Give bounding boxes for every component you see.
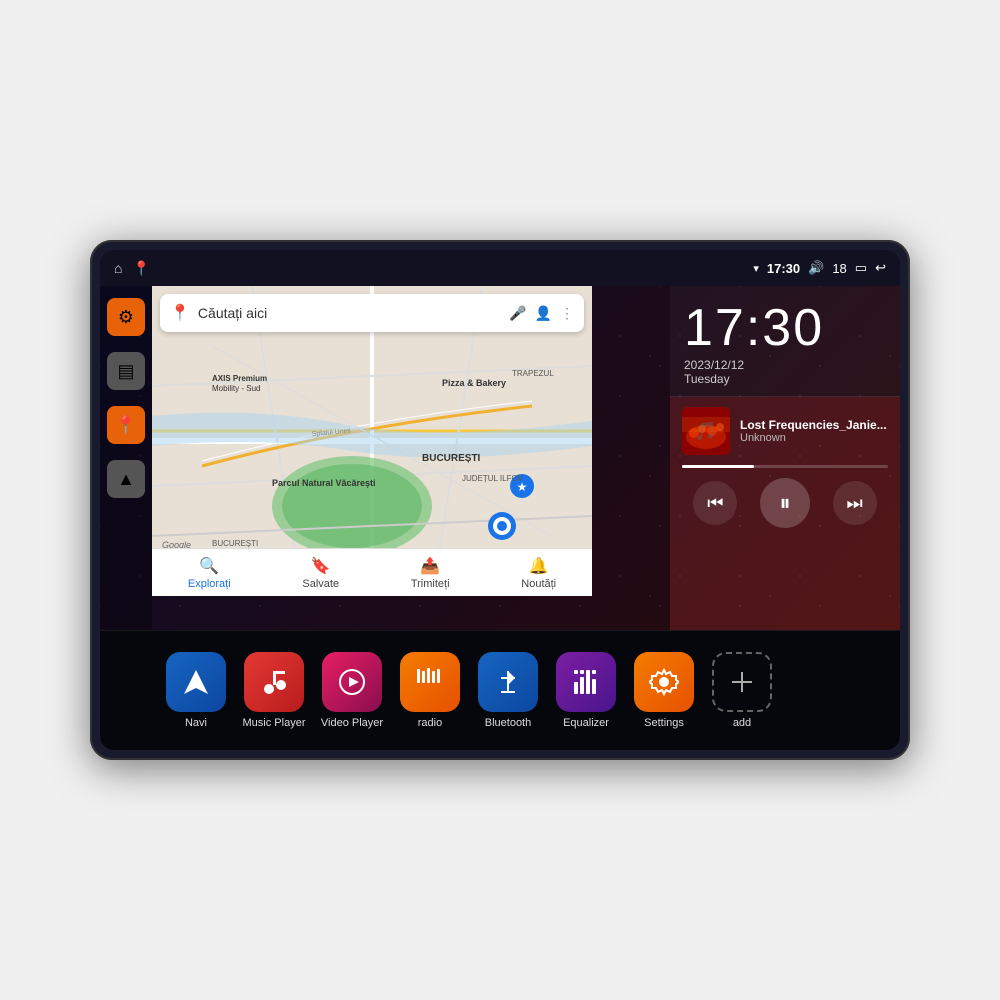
app-navi[interactable]: Navi xyxy=(160,652,232,729)
status-left-icons: ⌂ 📍 xyxy=(114,260,150,277)
saved-icon: 🔖 xyxy=(311,556,331,576)
svg-text:JUDEȚUL ILFOV: JUDEȚUL ILFOV xyxy=(462,474,524,483)
car-head-unit: ⌂ 📍 ▾ 17:30 🔊 18 ▭ ↩ ⚙ ▤ 📍 ▲ xyxy=(90,240,910,760)
sidebar-settings[interactable]: ⚙ xyxy=(107,298,145,336)
video-player-icon xyxy=(322,652,382,712)
equalizer-label: Equalizer xyxy=(563,717,609,729)
app-music-player[interactable]: Music Player xyxy=(238,652,310,729)
pause-button[interactable]: ⏸ xyxy=(760,478,810,528)
radio-label: radio xyxy=(418,717,442,729)
add-label: add xyxy=(733,717,751,729)
sidebar-nav[interactable]: ▲ xyxy=(107,460,145,498)
clock-time: 17:30 xyxy=(684,302,886,354)
back-icon[interactable]: ↩ xyxy=(875,260,886,276)
main-area: ⚙ ▤ 📍 ▲ xyxy=(100,286,900,630)
bluetooth-label: Bluetooth xyxy=(485,717,531,729)
music-info: 🎵 Lost Frequencies_Janie... Unknown xyxy=(682,407,888,455)
clock-widget: 17:30 2023/12/12 Tuesday xyxy=(670,286,900,397)
map-saved[interactable]: 🔖 Salvate xyxy=(302,556,339,590)
map-bottom-bar: 🔍 Explorați 🔖 Salvate 📤 Trimiteți � xyxy=(152,548,592,596)
svg-text:Mobility - Sud: Mobility - Sud xyxy=(212,384,260,393)
svg-text:Pizza & Bakery: Pizza & Bakery xyxy=(442,378,506,388)
battery-level: 18 xyxy=(832,261,846,276)
clock-date: 2023/12/12 Tuesday xyxy=(684,358,886,386)
svg-text:Parcul Natural Văcărești: Parcul Natural Văcărești xyxy=(272,478,376,488)
music-player-icon xyxy=(244,652,304,712)
prev-button[interactable]: ⏮ xyxy=(693,481,737,525)
bluetooth-icon xyxy=(478,652,538,712)
maps-icon[interactable]: 📍 xyxy=(132,260,149,277)
news-label: Noutăți xyxy=(521,578,556,590)
map-container: ★ AXIS Premium Mobility - Sud Pizza & Ba… xyxy=(152,286,670,630)
sidebar-files[interactable]: ▤ xyxy=(107,352,145,390)
map-news[interactable]: 🔔 Noutăți xyxy=(521,556,556,590)
app-add[interactable]: add xyxy=(706,652,778,729)
sidebar-maps[interactable]: 📍 xyxy=(107,406,145,444)
status-bar: ⌂ 📍 ▾ 17:30 🔊 18 ▭ ↩ xyxy=(100,250,900,286)
music-progress-fill xyxy=(682,465,754,468)
music-controls: ⏮ ⏸ ⏭ xyxy=(682,478,888,528)
music-artist: Unknown xyxy=(740,432,888,444)
music-meta: Lost Frequencies_Janie... Unknown xyxy=(740,418,888,444)
add-icon xyxy=(712,652,772,712)
explore-icon: 🔍 xyxy=(199,556,219,576)
volume-icon: 🔊 xyxy=(808,260,824,276)
app-radio[interactable]: radio xyxy=(394,652,466,729)
google-maps-icon: 📍 xyxy=(170,303,190,323)
settings-label: Settings xyxy=(644,717,684,729)
grid-icon[interactable]: ⋮ xyxy=(560,305,574,322)
screen: ⌂ 📍 ▾ 17:30 🔊 18 ▭ ↩ ⚙ ▤ 📍 ▲ xyxy=(100,250,900,750)
radio-icon xyxy=(400,652,460,712)
mic-icon[interactable]: 🎤 xyxy=(509,305,526,322)
svg-text:TRAPEZUL: TRAPEZUL xyxy=(512,369,554,378)
map-explore[interactable]: 🔍 Explorați xyxy=(188,556,231,590)
send-label: Trimiteți xyxy=(411,578,450,590)
battery-icon: ▭ xyxy=(855,260,867,276)
app-video-player[interactable]: Video Player xyxy=(316,652,388,729)
user-icon[interactable]: 👤 xyxy=(535,305,552,322)
music-widget: 🎵 Lost Frequencies_Janie... Unknown ⏮ xyxy=(670,397,900,630)
music-player-label: Music Player xyxy=(243,717,306,729)
map-search-placeholder[interactable]: Căutați aici xyxy=(198,305,501,321)
wifi-icon: ▾ xyxy=(753,262,759,275)
saved-label: Salvate xyxy=(302,578,339,590)
map-search-bar[interactable]: 📍 Căutați aici 🎤 👤 ⋮ xyxy=(160,294,584,332)
navi-label: Navi xyxy=(185,717,207,729)
music-album-art: 🎵 xyxy=(682,407,730,455)
svg-text:AXIS Premium: AXIS Premium xyxy=(212,374,267,383)
music-progress-bar[interactable] xyxy=(682,465,888,468)
app-settings[interactable]: Settings xyxy=(628,652,700,729)
music-title: Lost Frequencies_Janie... xyxy=(740,418,888,432)
svg-text:BUCUREȘTI: BUCUREȘTI xyxy=(422,453,481,464)
send-icon: 📤 xyxy=(420,556,440,576)
status-right-info: ▾ 17:30 🔊 18 ▭ ↩ xyxy=(753,260,886,276)
news-icon: 🔔 xyxy=(529,556,549,576)
svg-text:🎵: 🎵 xyxy=(695,421,717,441)
clock-date-value: 2023/12/12 xyxy=(684,358,744,372)
status-time: 17:30 xyxy=(767,261,800,276)
svg-text:BUCUREȘTI: BUCUREȘTI xyxy=(212,539,258,548)
right-panel: 17:30 2023/12/12 Tuesday xyxy=(670,286,900,630)
map-send[interactable]: 📤 Trimiteți xyxy=(411,556,450,590)
navi-icon xyxy=(166,652,226,712)
equalizer-icon xyxy=(556,652,616,712)
next-button[interactable]: ⏭ xyxy=(833,481,877,525)
clock-day: Tuesday xyxy=(684,372,730,386)
map-widget: ★ AXIS Premium Mobility - Sud Pizza & Ba… xyxy=(152,286,592,596)
settings-icon xyxy=(634,652,694,712)
app-equalizer[interactable]: Equalizer xyxy=(550,652,622,729)
home-icon[interactable]: ⌂ xyxy=(114,260,122,276)
app-bluetooth[interactable]: Bluetooth xyxy=(472,652,544,729)
explore-label: Explorați xyxy=(188,578,231,590)
sidebar: ⚙ ▤ 📍 ▲ xyxy=(100,286,152,630)
app-grid: Navi Music Player xyxy=(100,630,900,750)
video-player-label: Video Player xyxy=(321,717,383,729)
